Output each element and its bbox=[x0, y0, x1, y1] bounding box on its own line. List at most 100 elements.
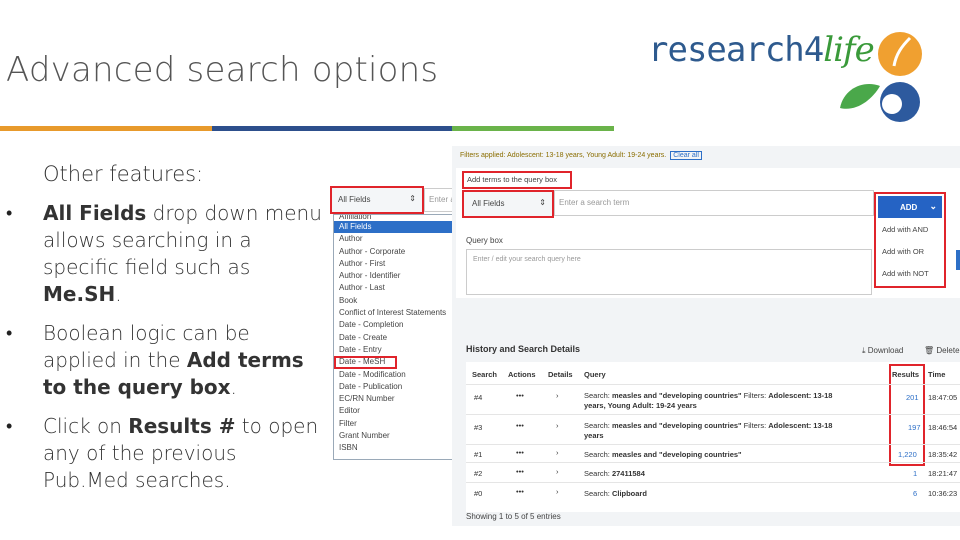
row-num: #1 bbox=[474, 450, 483, 459]
q-term: measles and "developing countries" bbox=[611, 391, 742, 400]
rule-blue bbox=[212, 126, 452, 131]
field-option-mesh[interactable]: Date - MeSH bbox=[334, 356, 397, 369]
bullet3-text: Click on bbox=[43, 414, 129, 438]
scroll-indicator bbox=[956, 250, 960, 270]
actions-icon[interactable]: ••• bbox=[516, 391, 524, 400]
row-time: 18:46:54 bbox=[928, 423, 958, 432]
field-option[interactable]: Date - Completion bbox=[334, 319, 462, 331]
field-option[interactable]: EC/RN Number bbox=[334, 393, 462, 405]
q-term: Clipboard bbox=[611, 489, 647, 498]
search-term-input[interactable]: Enter a search term bbox=[554, 190, 874, 216]
col-details: Details bbox=[548, 370, 573, 379]
actions-icon[interactable]: ••• bbox=[516, 467, 524, 476]
results-link[interactable]: 6 bbox=[913, 489, 917, 498]
field-dropdown-screenshot: All Fields ⇕ Enter a s Affiliation All F… bbox=[330, 186, 464, 460]
filters-applied-text: Filters applied: Adolescent: 13-18 years… bbox=[460, 152, 667, 159]
row-query: Search: measles and "developing countrie… bbox=[584, 421, 854, 441]
trash-icon: 🗑 bbox=[924, 346, 935, 355]
clear-all-link[interactable]: Clear all bbox=[670, 151, 702, 160]
field-option[interactable]: Author - Identifier bbox=[334, 270, 462, 282]
download-button[interactable]: ⤓ Download bbox=[862, 346, 903, 356]
row-query: Search: measles and "developing countrie… bbox=[584, 391, 854, 411]
row-num: #2 bbox=[474, 469, 483, 478]
actions-icon[interactable]: ••• bbox=[516, 487, 524, 496]
q-filters-label: Filters: bbox=[741, 391, 769, 400]
logo-text-research4: research4 bbox=[648, 30, 824, 70]
add-menu: ADD ⌄ Add with AND Add with OR Add with … bbox=[874, 192, 946, 288]
add-button[interactable]: ADD ⌄ bbox=[878, 196, 942, 218]
results-link[interactable]: 1,220 bbox=[898, 450, 917, 459]
sort-arrows-icon: ⇕ bbox=[539, 198, 546, 207]
bullet1-end: . bbox=[115, 282, 122, 306]
row-query: Search: Clipboard bbox=[584, 489, 854, 498]
field-option[interactable]: Author - First bbox=[334, 258, 462, 270]
field-option[interactable]: ISBN bbox=[334, 442, 462, 454]
results-link[interactable]: 197 bbox=[908, 423, 921, 432]
chevron-right-icon[interactable]: › bbox=[556, 421, 559, 430]
field-option-selected[interactable]: All Fields bbox=[334, 221, 462, 234]
sort-arrows-icon: ⇕ bbox=[409, 194, 416, 203]
chevron-right-icon[interactable]: › bbox=[556, 448, 559, 457]
download-label: Download bbox=[867, 346, 904, 355]
slide-title: Advanced search options bbox=[6, 50, 439, 90]
chevron-right-icon[interactable]: › bbox=[556, 467, 559, 476]
bullet1-bold2: Me.SH bbox=[43, 282, 116, 306]
table-footer: Showing 1 to 5 of 5 entries bbox=[466, 512, 561, 521]
bullet2-end: . bbox=[230, 375, 237, 399]
field-option[interactable]: Filter bbox=[334, 418, 462, 430]
row-time: 18:35:42 bbox=[928, 450, 958, 459]
results-link[interactable]: 1 bbox=[913, 469, 917, 478]
filters-applied: Filters applied: Adolescent: 13-18 years… bbox=[460, 151, 702, 160]
intro-text: Other features: bbox=[43, 162, 204, 186]
bullet1-bold: All Fields bbox=[43, 201, 147, 225]
field-option[interactable]: Book bbox=[334, 295, 462, 307]
field-option[interactable]: Date - Entry bbox=[334, 344, 462, 356]
row-time: 18:21:47 bbox=[928, 469, 958, 478]
table-row: #3 ••• › Search: measles and "developing… bbox=[466, 414, 960, 445]
all-fields-select[interactable]: All Fields ⇕ bbox=[330, 186, 424, 214]
add-terms-label-box: Add terms to the query box bbox=[462, 171, 572, 189]
actions-icon[interactable]: ••• bbox=[516, 448, 524, 457]
logo-emblem-icon bbox=[840, 32, 922, 122]
field-option[interactable]: Grant Number bbox=[334, 430, 462, 442]
field-option[interactable]: Date - Publication bbox=[334, 381, 462, 393]
field-option[interactable]: Author - Last bbox=[334, 282, 462, 294]
add-with-not[interactable]: Add with NOT bbox=[882, 269, 929, 278]
download-icon: ⤓ bbox=[862, 346, 866, 355]
delete-button[interactable]: 🗑 Delete bbox=[924, 346, 960, 355]
table-row: #2 ••• › Search: 27411584 1 18:21:47 bbox=[466, 462, 960, 483]
row-time: 18:47:05 bbox=[928, 393, 958, 402]
field-option[interactable]: Conflict of Interest Statements bbox=[334, 307, 462, 319]
field-options-list: Affiliation All Fields Author Author - C… bbox=[333, 214, 463, 460]
q-prefix: Search: bbox=[584, 469, 612, 478]
query-builder: Add terms to the query box All Fields ⇕ … bbox=[456, 168, 960, 298]
row-num: #4 bbox=[474, 393, 483, 402]
q-term: 27411584 bbox=[611, 469, 645, 478]
field-option[interactable]: Date - Create bbox=[334, 332, 462, 344]
add-with-and[interactable]: Add with AND bbox=[882, 225, 928, 234]
q-filters-label: Filters: bbox=[741, 421, 769, 430]
add-with-or[interactable]: Add with OR bbox=[882, 247, 924, 256]
history-title: History and Search Details bbox=[466, 344, 581, 354]
delete-label: Delete bbox=[936, 346, 960, 355]
table-row: #4 ••• › Search: measles and "developing… bbox=[466, 384, 960, 415]
query-box-textarea[interactable]: Enter / edit your search query here bbox=[466, 249, 872, 295]
row-num: #0 bbox=[474, 489, 483, 498]
table-row: #1 ••• › Search: measles and "developing… bbox=[466, 444, 960, 463]
chevron-right-icon[interactable]: › bbox=[556, 487, 559, 496]
field-option[interactable]: Author bbox=[334, 233, 462, 245]
q-prefix: Search: bbox=[584, 391, 612, 400]
actions-icon[interactable]: ••• bbox=[516, 421, 524, 430]
field-option[interactable]: Date - Modification bbox=[334, 369, 462, 381]
pubmed-field-select[interactable]: All Fields ⇕ bbox=[462, 190, 554, 218]
table-header: Search Actions Details Query Results Tim… bbox=[466, 362, 960, 382]
chevron-down-icon: ⌄ bbox=[929, 201, 937, 211]
query-box-placeholder: Enter / edit your search query here bbox=[473, 256, 581, 263]
field-option[interactable]: Editor bbox=[334, 405, 462, 417]
bullet3-bold: Results # bbox=[128, 414, 236, 438]
chevron-right-icon[interactable]: › bbox=[556, 391, 559, 400]
pubmed-field-select-value: All Fields bbox=[472, 199, 505, 208]
results-link[interactable]: 201 bbox=[906, 393, 919, 402]
q-term: measles and "developing countries" bbox=[611, 450, 742, 459]
field-option[interactable]: Author - Corporate bbox=[334, 246, 462, 258]
